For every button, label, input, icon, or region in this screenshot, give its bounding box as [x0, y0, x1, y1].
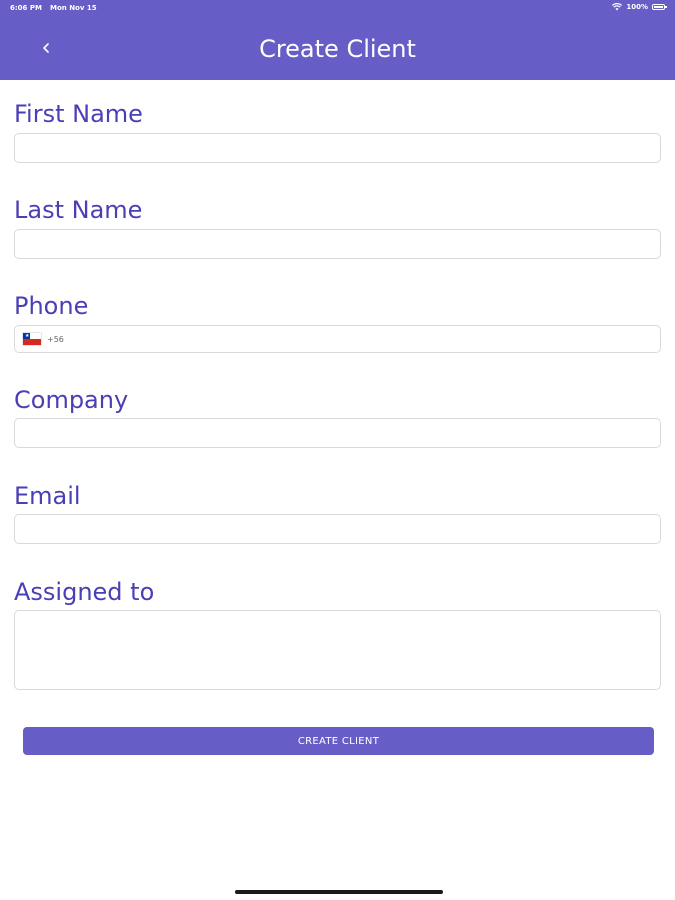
status-time: 6:06 PM	[10, 4, 42, 12]
wifi-icon	[612, 3, 623, 11]
company-label: Company	[14, 386, 129, 414]
battery-percent: 100%	[626, 3, 648, 11]
first-name-input[interactable]	[14, 133, 661, 163]
company-input[interactable]	[14, 418, 661, 448]
phone-input[interactable]	[63, 326, 660, 352]
header-bar: 6:06 PM Mon Nov 15 100% Create Client	[0, 0, 675, 80]
status-date: Mon Nov 15	[50, 4, 97, 12]
page-title: Create Client	[259, 35, 416, 63]
battery-icon	[652, 4, 667, 10]
email-label: Email	[14, 482, 81, 510]
assigned-to-field[interactable]	[14, 610, 661, 690]
phone-field[interactable]: ★ +56	[14, 325, 661, 353]
create-client-button[interactable]: CREATE CLIENT	[23, 727, 654, 755]
assigned-to-label: Assigned to	[14, 578, 155, 606]
phone-label: Phone	[14, 292, 89, 320]
status-bar: 6:06 PM Mon Nov 15 100%	[0, 0, 675, 16]
chile-flag-icon[interactable]: ★	[23, 333, 41, 345]
create-client-screen: 6:06 PM Mon Nov 15 100% Create Client Fi…	[0, 0, 675, 900]
dial-code: +56	[47, 334, 64, 344]
last-name-label: Last Name	[14, 196, 143, 224]
status-indicators: 100%	[612, 3, 667, 11]
last-name-input[interactable]	[14, 229, 661, 259]
first-name-label: First Name	[14, 100, 143, 128]
home-indicator	[235, 890, 443, 894]
email-input[interactable]	[14, 514, 661, 544]
